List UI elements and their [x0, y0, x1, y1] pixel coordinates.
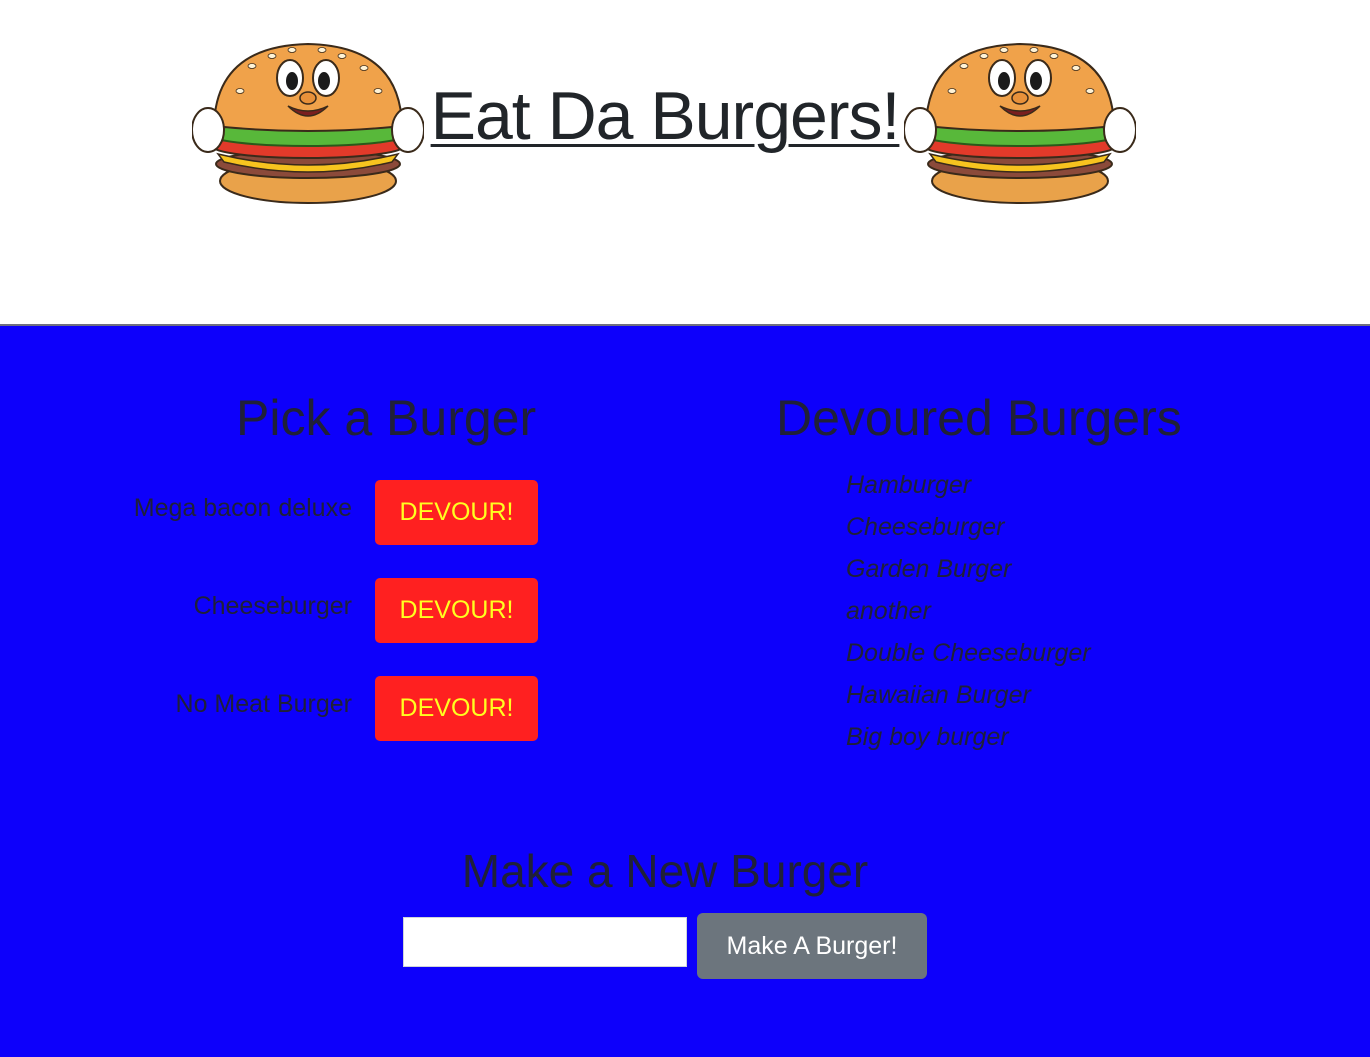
site-title[interactable]: Eat Da Burgers! — [430, 74, 901, 158]
burger-name: No Meat Burger — [175, 690, 352, 718]
pick-burger-heading: Pick a Burger — [236, 390, 537, 446]
burger-name-input[interactable] — [403, 917, 687, 967]
devour-button[interactable]: DEVOUR! — [375, 676, 538, 741]
burger-name: Cheeseburger — [193, 592, 352, 620]
devoured-item: Big boy burger — [846, 723, 1009, 751]
devoured-burgers-heading: Devoured Burgers — [776, 390, 1182, 446]
list-item: Cheeseburger DEVOUR! — [0, 578, 560, 644]
make-burger-button[interactable]: Make A Burger! — [697, 913, 927, 979]
new-burger-heading: Make a New Burger — [461, 845, 869, 897]
devoured-item: Hamburger — [846, 471, 972, 499]
devoured-item: Double Cheeseburger — [846, 639, 1091, 667]
list-item: No Meat Burger DEVOUR! — [0, 676, 560, 742]
devoured-item: Cheeseburger — [846, 513, 1005, 541]
main-content: Pick a Burger Mega bacon deluxe DEVOUR! … — [0, 326, 1370, 1057]
site-header: Eat Da Burgers! — [0, 0, 1370, 326]
devoured-item: another — [846, 597, 931, 625]
devoured-burger-list: Hamburger Cheeseburger Garden Burger ano… — [846, 467, 1091, 761]
devoured-item: Garden Burger — [846, 555, 1012, 583]
burger-name: Mega bacon deluxe — [133, 494, 352, 522]
list-item: Mega bacon deluxe DEVOUR! — [0, 480, 560, 546]
devour-button[interactable]: DEVOUR! — [375, 480, 538, 545]
burger-mascot-icon — [192, 42, 424, 204]
devour-button[interactable]: DEVOUR! — [375, 578, 538, 643]
devoured-item: Hawaiian Burger — [846, 681, 1031, 709]
burger-mascot-icon — [904, 42, 1136, 204]
